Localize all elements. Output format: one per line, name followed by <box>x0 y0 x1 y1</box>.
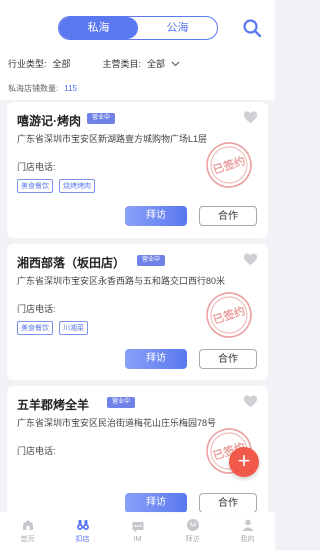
visit-button[interactable]: 拜访 <box>125 349 187 369</box>
store-phone-label: 门店电话: <box>17 304 56 314</box>
store-tags: 美食餐饮 川湘菜 <box>17 321 88 335</box>
category-filter-label: 主营类目: <box>102 59 142 69</box>
nav-item-visit[interactable]: 拜访 <box>165 512 220 550</box>
category-filter-value[interactable]: 全部 <box>147 57 165 70</box>
signed-stamp: 已签约 <box>206 292 252 338</box>
store-count-value: 115 <box>64 84 77 93</box>
chevron-down-icon[interactable] <box>171 61 180 67</box>
nav-item-im[interactable]: IM <box>110 512 165 550</box>
store-name: 五羊郡烤全羊 <box>17 398 90 412</box>
category-tag: 川湘菜 <box>59 321 88 335</box>
visit-icon <box>186 519 199 531</box>
status-badge: 营业中 <box>137 255 166 266</box>
store-card[interactable]: 五羊郡烤全羊 营业中 广东省深圳市宝安区民治街道梅花山庄乐梅园78号 门店电话:… <box>7 386 268 526</box>
visit-button[interactable]: 拜访 <box>125 493 187 513</box>
tab-public-sea[interactable]: 公海 <box>138 17 217 39</box>
heart-icon[interactable] <box>243 394 258 409</box>
nav-label: 拜访 <box>185 536 200 543</box>
store-address: 广东省深圳市宝安区永香西路与五和路交口西行80米 <box>17 276 226 286</box>
nav-label: 扣店 <box>75 536 90 543</box>
cooperate-button[interactable]: 合作 <box>199 206 257 226</box>
top-bar: 私海 公海 行业类型: 全部 主营类目: 全部 私海店铺数量: 115 <box>0 0 275 100</box>
binoculars-icon <box>76 520 89 530</box>
store-phone-label: 门店电话: <box>17 162 56 172</box>
nav-item-mine[interactable]: 我的 <box>220 512 275 550</box>
status-badge: 营业中 <box>107 397 136 408</box>
category-tag: 烧烤烤肉 <box>59 179 95 193</box>
visit-button[interactable]: 拜访 <box>125 206 187 226</box>
store-card[interactable]: 嘻游记·烤肉 营业中 广东省深圳市宝安区新湖路壹方城购物广场L1层 门店电话: … <box>7 102 268 238</box>
store-tags: 美食餐饮 烧烤烤肉 <box>17 179 95 193</box>
user-icon <box>242 519 253 531</box>
store-name: 湘西部落（坂田店） <box>17 256 126 270</box>
sea-toggle: 私海 公海 <box>58 16 218 40</box>
industry-filter-label: 行业类型: <box>8 59 47 69</box>
stamp-text: 已签约 <box>211 153 247 177</box>
category-tag: 美食餐饮 <box>17 321 53 335</box>
search-icon[interactable] <box>242 18 262 38</box>
store-count: 私海店铺数量: 115 <box>8 83 77 94</box>
tab-private-sea[interactable]: 私海 <box>59 17 138 39</box>
chat-icon <box>132 521 143 532</box>
plus-icon: + <box>237 448 251 473</box>
filter-bar: 行业类型: 全部 主营类目: 全部 <box>8 57 180 70</box>
nav-item-home[interactable]: 首页 <box>0 512 55 550</box>
signed-stamp: 已签约 <box>206 142 252 188</box>
home-icon <box>22 520 33 530</box>
store-card[interactable]: 湘西部落（坂田店） 营业中 广东省深圳市宝安区永香西路与五和路交口西行80米 门… <box>7 244 268 380</box>
industry-filter-value[interactable]: 全部 <box>53 57 71 70</box>
nav-label: 我的 <box>240 536 255 543</box>
store-phone-label: 门店电话: <box>17 446 56 456</box>
store-name: 嘻游记·烤肉 <box>17 114 81 128</box>
bottom-nav: 首页 扣店 IM 拜访 我的 <box>0 512 275 550</box>
category-tag: 美食餐饮 <box>17 179 53 193</box>
cooperate-button[interactable]: 合作 <box>199 493 257 513</box>
heart-icon[interactable] <box>243 252 258 267</box>
stamp-text: 已签约 <box>211 303 247 327</box>
status-badge: 营业中 <box>87 113 116 124</box>
add-fab-button[interactable]: + <box>229 447 259 477</box>
store-count-label: 私海店铺数量: <box>8 84 59 93</box>
cooperate-button[interactable]: 合作 <box>199 349 257 369</box>
nav-item-store[interactable]: 扣店 <box>55 512 110 550</box>
nav-label: IM <box>133 535 142 543</box>
heart-icon[interactable] <box>243 110 258 125</box>
nav-label: 首页 <box>20 536 35 543</box>
